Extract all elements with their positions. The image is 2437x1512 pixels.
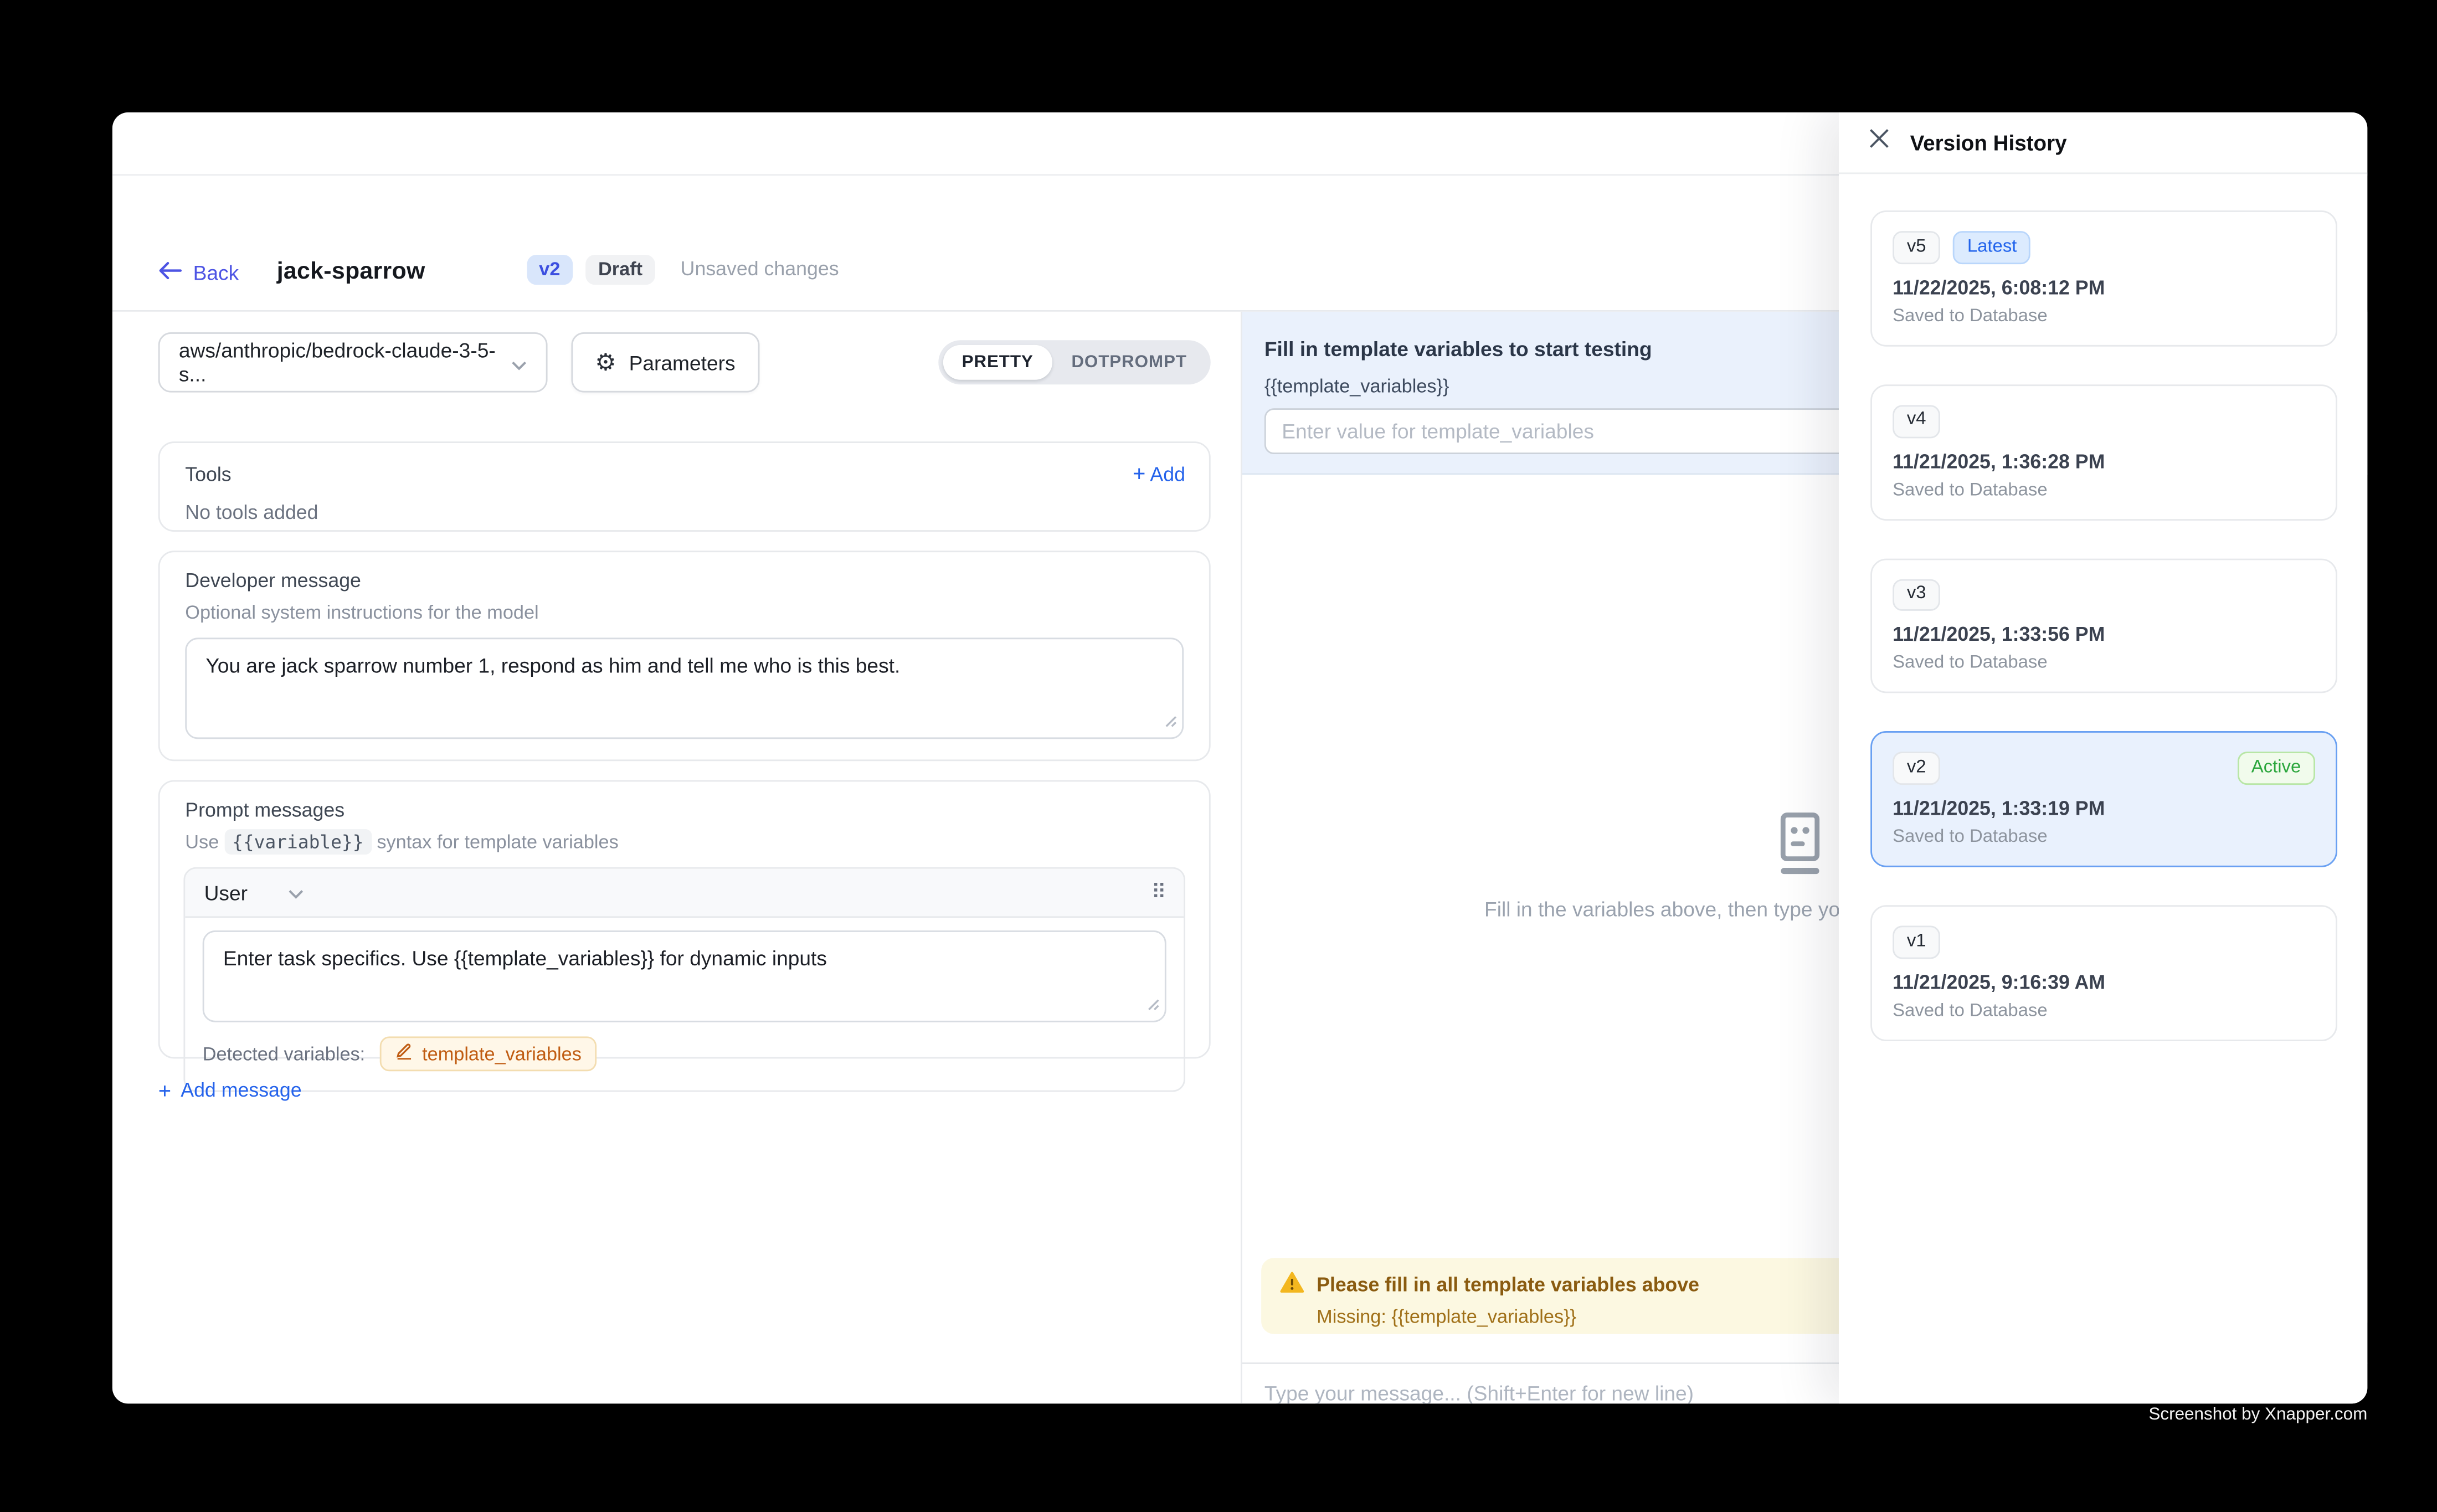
version-card[interactable]: v4 11/21/2025, 1:36:28 PM Saved to Datab… [1870, 384, 2337, 520]
page-title: jack-sparrow [277, 258, 425, 285]
tools-card-head: Tools + Add [185, 462, 1185, 486]
editor-pane: aws/anthropic/bedrock-claude-3-5-s... ⚙ … [112, 312, 1242, 1403]
version-id-badge: v5 [1893, 231, 1940, 264]
version-status: Saved to Database [1893, 1002, 2315, 1021]
add-message-label: Add message [181, 1079, 301, 1102]
tools-card: Tools + Add No tools added [158, 441, 1211, 532]
version-chips: v5 Latest [1893, 231, 2315, 264]
version-chips: v1 [1893, 926, 2315, 959]
back-arrow-icon [158, 261, 182, 285]
version-status: Saved to Database [1893, 654, 2315, 673]
unsaved-changes-label: Unsaved changes [681, 259, 839, 281]
toggle-dotprompt[interactable]: DOTPROMPT [1052, 345, 1206, 380]
tools-title: Tools [185, 463, 231, 485]
model-selector-value: aws/anthropic/bedrock-claude-3-5-s... [179, 338, 511, 386]
version-badge: v2 [526, 254, 573, 285]
resize-grip-icon[interactable] [1161, 709, 1178, 733]
version-chips: v2 Active [1893, 752, 2315, 785]
version-card[interactable]: v5 Latest 11/22/2025, 6:08:12 PM Saved t… [1870, 210, 2337, 346]
developer-message-textarea[interactable]: You are jack sparrow number 1, respond a… [185, 637, 1184, 739]
drag-handle-icon[interactable]: ⠿ [1151, 880, 1164, 906]
watermark-text: Screenshot by Xnapper.com [2148, 1405, 2367, 1424]
stage: Back jack-sparrow v2 Draft Unsaved chang… [0, 0, 2437, 1512]
hint-suffix: syntax for template variables [377, 831, 618, 853]
prompt-messages-card: Prompt messages Use {{variable}} syntax … [158, 780, 1211, 1059]
version-history-panel: Version History v5 Latest 11/22/2025, 6:… [1839, 112, 2367, 1403]
detected-variable-name: template_variables [422, 1043, 582, 1065]
warning-title: Please fill in all template variables ab… [1317, 1274, 1699, 1296]
prompt-messages-title: Prompt messages [160, 799, 1209, 821]
version-state-badge: Active [2237, 752, 2315, 785]
chevron-down-icon [511, 351, 527, 374]
toggle-pretty[interactable]: PRETTY [943, 345, 1052, 380]
version-chips: v3 [1893, 579, 2315, 611]
header-badges: v2 Draft Unsaved changes [526, 254, 839, 285]
format-toggle: PRETTY DOTPROMPT [938, 340, 1211, 384]
version-chips: v4 [1893, 405, 2315, 438]
version-list: v5 Latest 11/22/2025, 6:08:12 PM Saved t… [1839, 174, 2367, 1041]
version-id-badge: v1 [1893, 926, 1940, 959]
version-status: Saved to Database [1893, 480, 2315, 499]
back-button[interactable]: Back [158, 261, 239, 285]
developer-message-subtitle: Optional system instructions for the mod… [185, 601, 1184, 624]
version-timestamp: 11/21/2025, 9:16:39 AM [1893, 971, 2315, 994]
version-card[interactable]: v1 11/21/2025, 9:16:39 AM Saved to Datab… [1870, 906, 2337, 1041]
draft-badge: Draft [585, 254, 655, 285]
message-role-bar: User ⠿ [185, 869, 1184, 918]
version-status: Saved to Database [1893, 828, 2315, 847]
version-timestamp: 11/22/2025, 6:08:12 PM [1893, 276, 2315, 299]
add-tool-label: Add [1150, 464, 1185, 486]
resize-grip-icon[interactable] [1144, 992, 1160, 1016]
parameters-button[interactable]: ⚙ Parameters [571, 332, 759, 393]
detected-variable-chip[interactable]: template_variables [379, 1036, 598, 1071]
tools-empty-text: No tools added [185, 502, 1185, 524]
version-card[interactable]: v3 11/21/2025, 1:33:56 PM Saved to Datab… [1870, 558, 2337, 693]
robot-icon [1772, 812, 1828, 884]
version-state-badge: Latest [1953, 231, 2031, 264]
version-history-header: Version History [1839, 112, 2367, 174]
version-id-badge: v2 [1893, 752, 1940, 785]
warning-triangle-icon [1280, 1271, 1304, 1299]
model-row: aws/anthropic/bedrock-claude-3-5-s... ⚙ … [158, 332, 1211, 393]
developer-message-value: You are jack sparrow number 1, respond a… [205, 654, 900, 677]
version-id-badge: v3 [1893, 579, 1940, 611]
app-window: Back jack-sparrow v2 Draft Unsaved chang… [112, 112, 2367, 1403]
version-history-title: Version History [1910, 131, 2067, 155]
message-textarea[interactable]: Enter task specifics. Use {{template_var… [203, 930, 1166, 1022]
message-block: User ⠿ Enter task specifics. Use {{templ… [183, 867, 1185, 1092]
pencil-icon [395, 1043, 413, 1065]
version-card[interactable]: v2 Active 11/21/2025, 1:33:19 PM Saved t… [1870, 732, 2337, 867]
add-tool-button[interactable]: + Add [1133, 462, 1185, 486]
developer-message-card: Developer message Optional system instru… [158, 551, 1211, 761]
message-value: Enter task specifics. Use {{template_var… [223, 947, 827, 970]
prompt-messages-hint: Use {{variable}} syntax for template var… [160, 831, 1209, 853]
plus-icon: + [1133, 460, 1145, 486]
hint-code-chip: {{variable}} [224, 829, 372, 855]
version-timestamp: 11/21/2025, 1:36:28 PM [1893, 450, 2315, 472]
detected-variables-label: Detected variables: [203, 1043, 366, 1065]
close-icon[interactable] [1869, 128, 1889, 156]
developer-message-title: Developer message [185, 570, 1184, 592]
gear-icon: ⚙ [595, 351, 616, 374]
model-selector[interactable]: aws/anthropic/bedrock-claude-3-5-s... [158, 332, 548, 393]
version-status: Saved to Database [1893, 307, 2315, 326]
message-body: Enter task specifics. Use {{template_var… [185, 918, 1184, 1022]
version-timestamp: 11/21/2025, 1:33:19 PM [1893, 798, 2315, 820]
add-message-button[interactable]: + Add message [158, 1079, 1211, 1102]
version-id-badge: v4 [1893, 405, 1940, 438]
chevron-down-icon[interactable] [289, 878, 305, 907]
version-timestamp: 11/21/2025, 1:33:56 PM [1893, 624, 2315, 646]
role-select[interactable]: User [204, 881, 248, 904]
hint-prefix: Use [185, 831, 219, 853]
plus-icon: + [158, 1079, 171, 1102]
parameters-label: Parameters [629, 351, 736, 374]
back-label: Back [193, 261, 239, 285]
